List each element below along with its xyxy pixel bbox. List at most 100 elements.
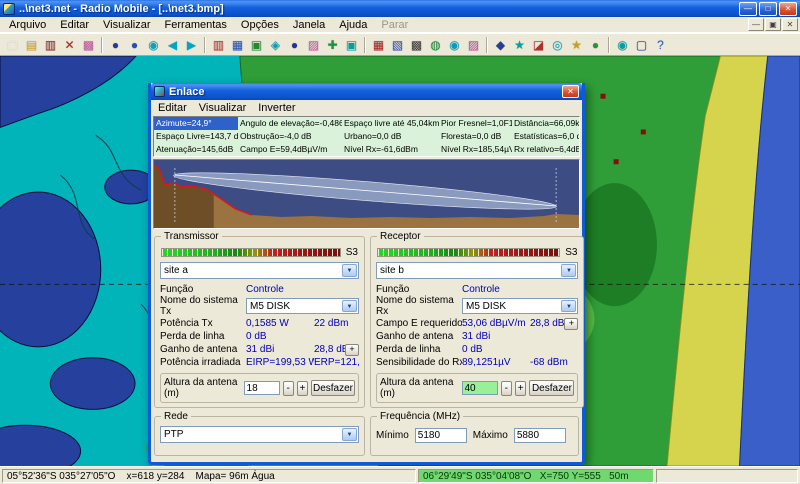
world-map-icon[interactable]: ● [106, 36, 125, 54]
object-editor-icon[interactable]: ▧ [388, 36, 407, 54]
info-cell-forest[interactable]: Floresta=0,0 dB [439, 130, 512, 143]
label-editor-icon[interactable]: ◉ [445, 36, 464, 54]
info-cell-elevation-angle[interactable]: Angulo de elevação=-0,486° [238, 117, 342, 130]
best-site-icon[interactable]: ▣ [342, 36, 361, 54]
mdi-minimize-button[interactable]: — [748, 18, 764, 31]
info-cell-azimute[interactable]: Azimute=24,9° [154, 117, 238, 130]
row-value: 89,1251µV [462, 357, 530, 368]
info-cell-e-field[interactable]: Campo E=59,4dBµV/m [238, 143, 342, 156]
menu-parar: Parar [374, 18, 415, 32]
chevron-down-icon[interactable]: ▼ [342, 300, 357, 312]
rx-height-increase-button[interactable]: + [515, 381, 526, 396]
zoom-icon[interactable]: ◉ [613, 36, 632, 54]
dialog-menu-bar: Editar Visualizar Inverter [151, 100, 582, 116]
tx-system-select[interactable]: M5 DISK ▼ [246, 298, 359, 314]
freq-min-label: Mínimo [376, 430, 409, 441]
menu-ajuda[interactable]: Ajuda [332, 18, 374, 32]
gps-icon[interactable]: ◎ [548, 36, 567, 54]
picture-properties-icon[interactable]: ▨ [464, 36, 483, 54]
elevation-data-icon[interactable]: ● [125, 36, 144, 54]
profile-chart[interactable] [153, 159, 580, 229]
network-select[interactable]: PTP ▼ [160, 426, 359, 443]
tx-s-unit-label: S3 [346, 247, 358, 258]
network-properties-icon[interactable]: ▥ [209, 36, 228, 54]
minimize-button[interactable]: — [739, 2, 757, 16]
mdi-restore-button[interactable]: ▣ [765, 18, 781, 31]
transmitter-group: Transmissor S3 site a ▼ Função Controle [154, 236, 365, 408]
fresnel-view-icon[interactable]: ◪ [529, 36, 548, 54]
tx-site-select[interactable]: site a ▼ [160, 262, 359, 279]
tx-antenna-plus-button[interactable]: + [345, 344, 359, 356]
radio-link-icon[interactable]: ◈ [266, 36, 285, 54]
tx-antenna-height-label: Altura da antena (m) [164, 377, 241, 399]
save-picture-icon[interactable]: ▥ [41, 36, 60, 54]
contour-lines-icon[interactable]: ▩ [407, 36, 426, 54]
help-icon[interactable]: ? [651, 36, 670, 54]
chevron-down-icon[interactable]: ▼ [342, 264, 357, 277]
close-button[interactable]: ✕ [779, 2, 797, 16]
aprs-icon[interactable]: ★ [567, 36, 586, 54]
tx-antenna-height-input[interactable] [244, 381, 280, 395]
dialog-menu-visualizar[interactable]: Visualizar [193, 101, 253, 115]
antenna-pattern-icon[interactable]: ★ [510, 36, 529, 54]
info-cell-free-space-until[interactable]: Espaço livre até 45,04km [342, 117, 439, 130]
record-route-icon[interactable]: ● [586, 36, 605, 54]
tx-radiated-power-row: Potência irradiada EIRP=199,53 W ERP=121… [160, 356, 359, 369]
unit-properties-icon[interactable]: ▦ [228, 36, 247, 54]
menu-arquivo[interactable]: Arquivo [2, 18, 53, 32]
single-coverage-icon[interactable]: ● [285, 36, 304, 54]
info-cell-worst-fresnel[interactable]: Pior Fresnel=1,0F1 [439, 117, 512, 130]
menu-ferramentas[interactable]: Ferramentas [158, 18, 234, 32]
combined-coverage-icon[interactable]: ▨ [304, 36, 323, 54]
info-cell-statistics[interactable]: Estatísticas=6,0 dB [512, 130, 579, 143]
info-cell-rx-level-uv[interactable]: Nível Rx=185,54µV [439, 143, 512, 156]
mdi-close-button[interactable]: ✕ [782, 18, 798, 31]
rx-height-decrease-button[interactable]: - [501, 381, 512, 396]
tx-undo-button[interactable]: Desfazer [311, 380, 355, 396]
rx-site-select[interactable]: site b ▼ [376, 262, 578, 279]
freq-min-input[interactable] [415, 428, 467, 443]
tx-height-decrease-button[interactable]: - [283, 381, 294, 396]
open-picture-icon[interactable]: ▤ [22, 36, 41, 54]
rx-system-select[interactable]: M5 DISK ▼ [462, 298, 578, 314]
info-cell-obstruction[interactable]: Obstrução=-4,0 dB [238, 130, 342, 143]
ruler-icon[interactable]: ◆ [491, 36, 510, 54]
rx-s-unit-label: S3 [565, 247, 577, 258]
forward-icon[interactable]: ▶ [182, 36, 201, 54]
close-picture-icon[interactable]: ✕ [60, 36, 79, 54]
cursor-position-icon[interactable]: ◉ [144, 36, 163, 54]
merge-pictures-icon[interactable]: ▩ [79, 36, 98, 54]
chevron-down-icon[interactable]: ▼ [561, 264, 576, 277]
maximize-button[interactable]: □ [759, 2, 777, 16]
city-editor-icon[interactable]: ◍ [426, 36, 445, 54]
info-cell-distance[interactable]: Distância=66,09km [512, 117, 579, 130]
dialog-close-button[interactable]: ✕ [562, 85, 579, 98]
info-cell-rx-level-dbm[interactable]: Nível Rx=-61,6dBm [342, 143, 439, 156]
system-properties-icon[interactable]: ▣ [247, 36, 266, 54]
route-coverage-icon[interactable]: ✚ [323, 36, 342, 54]
menu-editar[interactable]: Editar [53, 18, 96, 32]
dialog-menu-editar[interactable]: Editar [152, 101, 193, 115]
menu-visualizar[interactable]: Visualizar [96, 18, 158, 32]
row-value: 31 dBi [462, 331, 530, 342]
dialog-menu-inverter[interactable]: Inverter [252, 101, 301, 115]
info-cell-attenuation[interactable]: Atenuação=145,6dB [154, 143, 238, 156]
map-grid-icon[interactable]: ▦ [369, 36, 388, 54]
row-label: Potência Tx [160, 318, 246, 329]
chevron-down-icon[interactable]: ▼ [561, 300, 576, 312]
menu-janela[interactable]: Janela [286, 18, 332, 32]
new-window-icon[interactable]: ▢ [632, 36, 651, 54]
freq-max-input[interactable] [514, 428, 566, 443]
menu-opcoes[interactable]: Opções [234, 18, 286, 32]
toolbar: ▢▤▥✕▩●●◉◀▶▥▦▣◈●▨✚▣▦▧▩◍◉▨◆★◪◎★●◉▢? [0, 33, 800, 56]
chevron-down-icon[interactable]: ▼ [342, 428, 357, 441]
info-cell-urban[interactable]: Urbano=0,0 dB [342, 130, 439, 143]
info-cell-rx-relative[interactable]: Rx relativo=6,4dB [512, 143, 579, 156]
new-picture-icon[interactable]: ▢ [3, 36, 22, 54]
tx-height-increase-button[interactable]: + [297, 381, 308, 396]
back-icon[interactable]: ◀ [163, 36, 182, 54]
info-cell-free-space-loss[interactable]: Espaço Livre=143,7 dB [154, 130, 238, 143]
rx-undo-button[interactable]: Desfazer [529, 380, 574, 396]
rx-antenna-plus-button[interactable]: + [564, 318, 578, 330]
rx-antenna-height-input[interactable] [462, 381, 498, 395]
